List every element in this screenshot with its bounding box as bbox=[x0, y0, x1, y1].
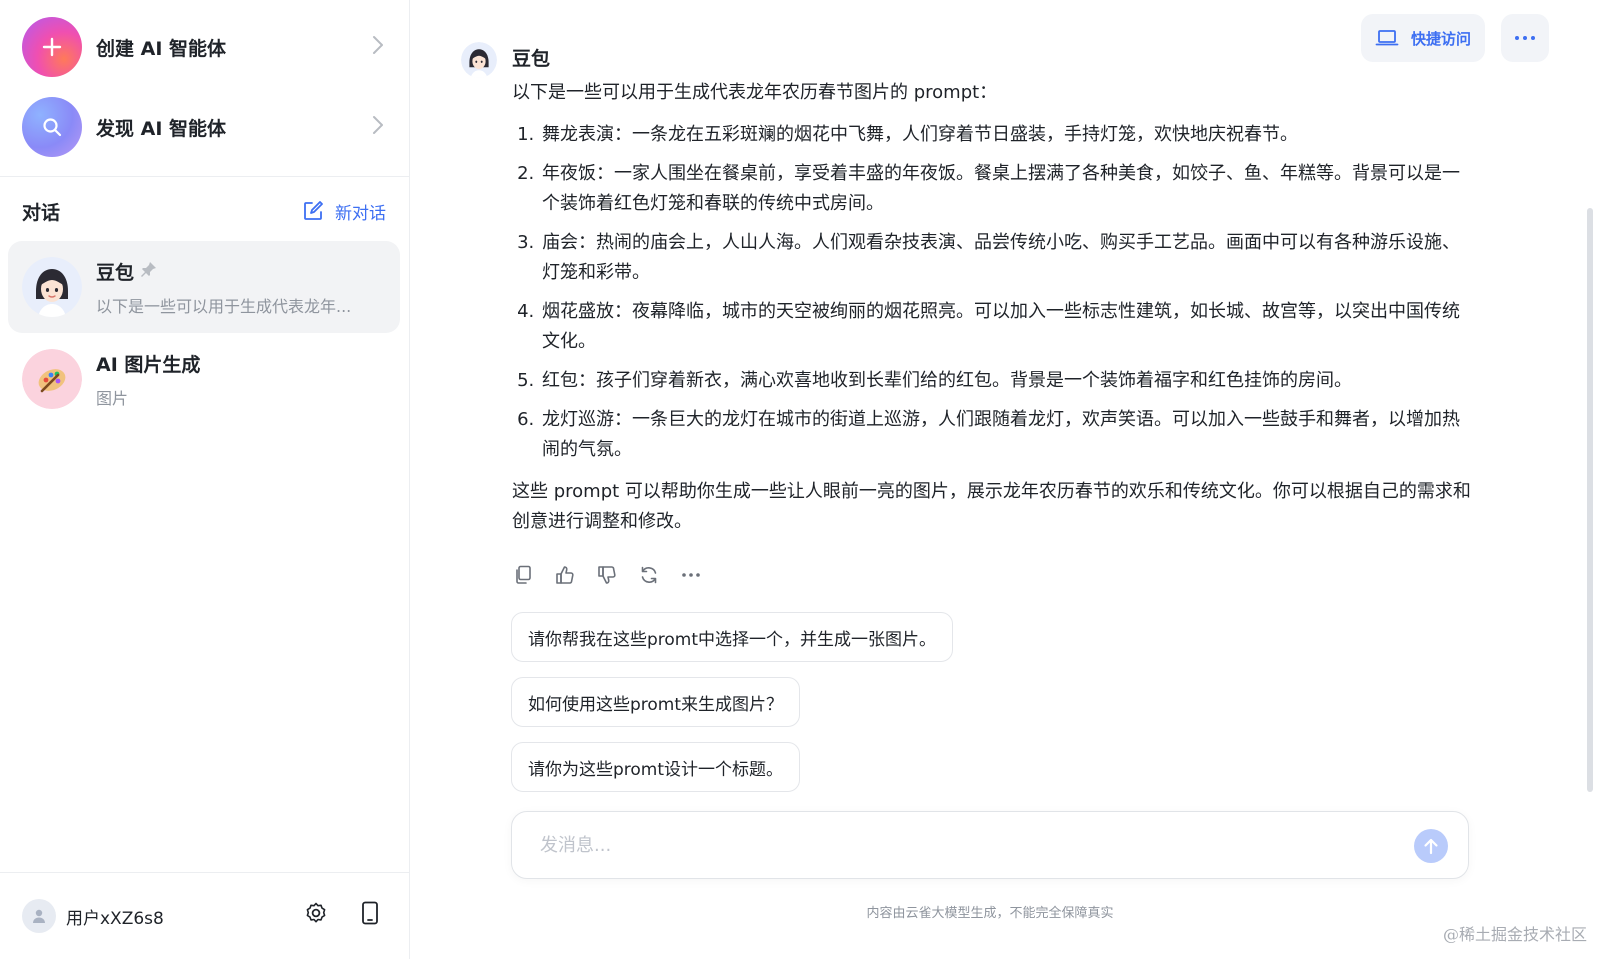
message-input-box bbox=[511, 811, 1469, 879]
settings-gear-icon[interactable] bbox=[300, 897, 332, 929]
list-item: 庙会：热闹的庙会上，人山人海。人们观看杂技表演、品尝传统小吃、购买手工艺品。画面… bbox=[540, 228, 1472, 288]
edit-icon bbox=[304, 201, 323, 220]
sidebar-footer: 用户xXZ6s8 bbox=[0, 872, 410, 959]
palette-icon bbox=[22, 349, 82, 409]
bot-message: 以下是一些可以用于生成代表龙年农历春节图片的 prompt： 舞龙表演：一条龙在… bbox=[512, 78, 1472, 537]
laptop-icon bbox=[1375, 30, 1399, 46]
more-horizontal-icon bbox=[1515, 36, 1535, 40]
message-intro: 以下是一些可以用于生成代表龙年农历春节图片的 prompt： bbox=[512, 82, 998, 103]
doubao-avatar bbox=[22, 257, 82, 317]
conversation-preview: 以下是一些可以用于生成代表龙年... bbox=[96, 296, 352, 316]
new-chat-button[interactable]: 新对话 bbox=[303, 199, 386, 224]
conversation-name: AI 图片生成 bbox=[96, 353, 201, 376]
list-item: 烟花盛放：夜幕降临，城市的天空被绚丽的烟花照亮。可以加入一些标志性建筑，如长城、… bbox=[540, 297, 1472, 357]
prompt-list: 舞龙表演：一条龙在五彩斑斓的烟花中飞舞，人们穿着节日盛装，手持灯笼，欢快地庆祝春… bbox=[512, 120, 1472, 465]
top-actions: 快捷访问 bbox=[1360, 14, 1549, 62]
thumbs-down-icon[interactable] bbox=[596, 564, 618, 586]
list-item: 红包：孩子们穿着新衣，满心欢喜地收到长辈们给的红包。背景是一个装饰着福字和红色挂… bbox=[540, 366, 1472, 396]
conversation-preview: 图片 bbox=[96, 388, 129, 408]
chevron-right-icon bbox=[372, 35, 384, 59]
more-horizontal-icon[interactable] bbox=[680, 564, 702, 586]
user-avatar[interactable] bbox=[22, 899, 56, 933]
watermark: @稀土掘金技术社区 bbox=[1442, 925, 1587, 944]
scrollbar[interactable] bbox=[1587, 208, 1593, 792]
thumbs-up-icon[interactable] bbox=[554, 564, 576, 586]
user-name[interactable]: 用户xXZ6s8 bbox=[66, 904, 164, 929]
ai-disclaimer: 内容由云雀大模型生成，不能完全保障真实 bbox=[866, 906, 1114, 921]
suggestion-chip[interactable]: 如何使用这些promt来生成图片？ bbox=[511, 677, 801, 727]
suggestion-chip[interactable]: 请你为这些promt设计一个标题。 bbox=[511, 742, 801, 792]
mobile-phone-icon[interactable] bbox=[354, 897, 386, 929]
send-arrow-icon[interactable] bbox=[1414, 829, 1448, 863]
pin-icon bbox=[140, 260, 158, 283]
search-icon bbox=[22, 97, 82, 157]
sidebar-divider bbox=[0, 176, 410, 177]
message-toolbar bbox=[512, 564, 702, 586]
list-item: 舞龙表演：一条龙在五彩斑斓的烟花中飞舞，人们穿着节日盛装，手持灯笼，欢快地庆祝春… bbox=[540, 120, 1472, 150]
chevron-right-icon bbox=[372, 115, 384, 139]
conversation-name: 豆包 bbox=[96, 261, 135, 284]
discover-agent-button[interactable]: 发现 AI 智能体 bbox=[0, 87, 410, 167]
conversation-item-doubao[interactable]: 豆包 以下是一些可以用于生成代表龙年... bbox=[8, 241, 400, 333]
message-input[interactable] bbox=[540, 834, 1400, 856]
quick-access-label: 快捷访问 bbox=[1410, 29, 1471, 48]
create-agent-label: 创建 AI 智能体 bbox=[96, 37, 227, 60]
copy-icon[interactable] bbox=[512, 564, 534, 586]
conversation-item-ai-image[interactable]: AI 图片生成 图片 bbox=[8, 333, 400, 425]
regenerate-icon[interactable] bbox=[638, 564, 660, 586]
conversations-title: 对话 bbox=[22, 201, 61, 224]
chat-main: 快捷访问 豆包 以下是一些可以用于生成代表龙年农历春节图片的 prompt： 舞… bbox=[411, 0, 1597, 959]
bot-avatar bbox=[461, 42, 497, 78]
more-options-button[interactable] bbox=[1501, 14, 1549, 62]
message-outro: 这些 prompt 可以帮助你生成一些让人眼前一亮的图片，展示龙年农历春节的欢乐… bbox=[512, 481, 1471, 532]
list-item: 年夜饭：一家人围坐在餐桌前，享受着丰盛的年夜饭。餐桌上摆满了各种美食，如饺子、鱼… bbox=[540, 159, 1472, 219]
sidebar: 创建 AI 智能体 发现 AI 智能体 对话 新对话 豆包 以下是一些可以用于生… bbox=[0, 0, 410, 959]
quick-access-button[interactable]: 快捷访问 bbox=[1360, 14, 1485, 62]
discover-agent-label: 发现 AI 智能体 bbox=[96, 117, 227, 140]
plus-icon bbox=[22, 17, 82, 77]
suggestion-chip[interactable]: 请你帮我在这些promt中选择一个，并生成一张图片。 bbox=[511, 612, 954, 662]
create-agent-button[interactable]: 创建 AI 智能体 bbox=[0, 7, 410, 87]
new-chat-label: 新对话 bbox=[335, 203, 386, 224]
conversations-header: 对话 新对话 bbox=[22, 196, 386, 226]
list-item: 龙灯巡游：一条巨大的龙灯在城市的街道上巡游，人们跟随着龙灯，欢声笑语。可以加入一… bbox=[540, 405, 1472, 465]
bot-name: 豆包 bbox=[512, 48, 551, 70]
